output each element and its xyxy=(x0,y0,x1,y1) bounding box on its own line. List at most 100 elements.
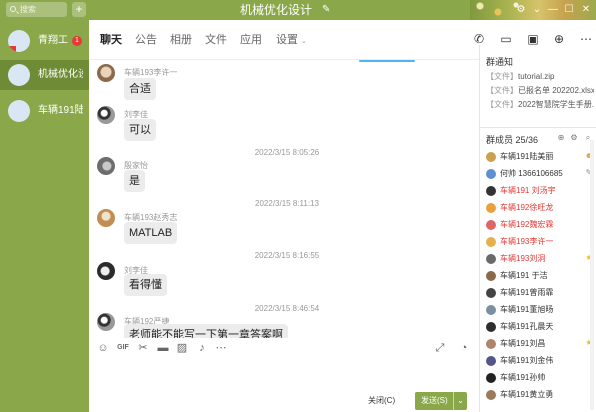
avatar[interactable] xyxy=(97,64,115,82)
avatar[interactable] xyxy=(97,262,115,280)
avatar xyxy=(486,305,496,315)
avatar xyxy=(486,390,496,400)
title-bar: 搜索 + 机械优化设计 ✎ ⚙ ⌄ — ☐ ✕ xyxy=(0,0,596,20)
scrollbar[interactable] xyxy=(590,140,594,410)
tab-chat[interactable]: 聊天 xyxy=(100,20,122,60)
member-item[interactable]: 车辆193李许一 xyxy=(486,234,594,250)
close-button[interactable]: ✕ xyxy=(579,0,593,20)
send-options-chevron-icon[interactable]: ⌄ xyxy=(453,392,467,410)
search-placeholder: 搜索 xyxy=(20,5,36,14)
expand-icon[interactable]: ⤢ xyxy=(433,341,447,355)
member-item[interactable]: 车辆192魏宏霖 xyxy=(486,217,594,233)
member-name: 车辆191 于洁 xyxy=(500,271,548,280)
file-prefix: 【文件】 xyxy=(486,100,518,109)
add-member-icon[interactable]: ⊕ xyxy=(556,133,566,143)
window-title: 机械优化设计 xyxy=(240,3,313,17)
member-item[interactable]: 车辆192徐旺龙 xyxy=(486,200,594,216)
member-name: 车辆191孙帅 xyxy=(500,373,546,382)
member-item[interactable]: 车辆191孔晨天 xyxy=(486,319,594,335)
message-bubble-edge xyxy=(359,60,415,62)
message-bubble[interactable]: 合适 xyxy=(124,78,156,100)
minimize-button[interactable]: — xyxy=(546,0,560,20)
phone-icon[interactable]: ✆ xyxy=(472,32,486,46)
more-dots-icon[interactable]: ⋯ xyxy=(214,341,228,355)
timestamp: 2022/3/15 8:16:55 xyxy=(254,251,320,260)
avatar xyxy=(486,271,496,281)
member-item[interactable]: 车辆191刘金伟 xyxy=(486,353,594,369)
member-name: 车辆193李许一 xyxy=(500,237,554,246)
member-item[interactable]: 车辆191黄立勇 xyxy=(486,387,594,403)
tab-files[interactable]: 文件 xyxy=(205,20,227,60)
member-item[interactable]: 车辆191董旭旸 xyxy=(486,302,594,318)
pencil-icon[interactable]: ✎ xyxy=(322,4,334,16)
emoji-icon[interactable]: ☺ xyxy=(96,341,110,355)
member-item[interactable]: 车辆191刘昌 ★ xyxy=(486,336,594,352)
maximize-button[interactable]: ☐ xyxy=(562,0,576,20)
member-name: 车辆191刘昌 xyxy=(500,339,546,348)
member-item[interactable]: 车辆193刘洞 ★ xyxy=(486,251,594,267)
message-bubble[interactable]: 是 xyxy=(124,170,145,192)
tab-album[interactable]: 相册 xyxy=(170,20,192,60)
message-bubble[interactable]: 看得懂 xyxy=(124,274,167,296)
message-bubble[interactable]: MATLAB xyxy=(124,222,178,244)
avatar[interactable] xyxy=(97,157,115,175)
chat-messages: 车辆193李许一 合适 刘李佳 可以 2022/3/15 8:05:26 殷家怡… xyxy=(89,60,479,340)
settings-gear-icon[interactable]: ⚙ xyxy=(514,0,528,20)
add-icon[interactable]: ⊕ xyxy=(552,32,566,46)
notice-file-link[interactable]: 【文件】2022智慧院学生手册.p... xyxy=(486,99,594,110)
avatar xyxy=(8,100,30,122)
file-name: 2022智慧院学生手册.p... xyxy=(518,100,594,109)
timestamp: 2022/3/15 8:11:13 xyxy=(255,199,319,208)
avatar xyxy=(486,186,496,196)
member-item[interactable]: 车辆191曾雨霏 xyxy=(486,285,594,301)
search-input[interactable]: 搜索 xyxy=(6,2,67,17)
chevron-down-icon[interactable]: ⌄ xyxy=(530,0,544,20)
screen-share-icon[interactable]: ▣ xyxy=(526,32,540,46)
member-name: 车辆193刘洞 xyxy=(500,254,546,263)
tab-announcement[interactable]: 公告 xyxy=(135,20,157,60)
send-label: 发送(S) xyxy=(421,396,448,405)
avatar xyxy=(486,237,496,247)
add-contact-button[interactable]: + xyxy=(72,2,86,17)
member-name: 车辆191黄立勇 xyxy=(500,390,554,399)
notice-file-link[interactable]: 【文件】tutorial.zip xyxy=(486,71,594,82)
member-name: 车辆192徐旺龙 xyxy=(500,203,554,212)
status-tag xyxy=(8,46,16,52)
member-item[interactable]: 何帅 1366106685 ✎ xyxy=(486,166,594,182)
avatar xyxy=(486,254,496,264)
conversation-item[interactable]: 青翔工 1 xyxy=(0,26,89,56)
avatar[interactable] xyxy=(97,106,115,124)
gif-icon[interactable]: GIF xyxy=(116,341,130,355)
member-settings-icon[interactable]: ⚙ xyxy=(569,133,579,143)
scissors-icon[interactable]: ✂ xyxy=(136,341,150,355)
notice-file-link[interactable]: 【文件】已报名单 202202.xlsx xyxy=(486,85,594,96)
video-icon[interactable]: ▭ xyxy=(499,32,513,46)
conversation-item-active[interactable]: 机械优化设计 xyxy=(0,60,89,90)
member-name: 车辆192魏宏霖 xyxy=(500,220,554,229)
image-icon[interactable]: ▨ xyxy=(175,341,189,355)
member-item[interactable]: 车辆191 于洁 xyxy=(486,268,594,284)
conversation-list: 青翔工 1 机械优化设计 车辆191陆 xyxy=(0,20,89,412)
member-name: 车辆191孔晨天 xyxy=(500,322,554,331)
close-chat-button[interactable]: 关闭(C) xyxy=(364,392,399,410)
tab-apps[interactable]: 应用 xyxy=(240,20,262,60)
file-prefix: 【文件】 xyxy=(486,86,518,95)
tab-settings[interactable]: 设置 ⌄ xyxy=(276,20,307,62)
avatar xyxy=(486,169,496,179)
history-icon[interactable]: ◔ xyxy=(457,341,471,355)
input-footer: 关闭(C) 发送(S) ⌄ xyxy=(89,388,479,412)
message-bubble[interactable]: 可以 xyxy=(124,119,156,141)
more-icon[interactable]: ⋯ xyxy=(579,32,593,46)
avatar[interactable] xyxy=(97,209,115,227)
avatar[interactable] xyxy=(97,313,115,331)
tab-settings-label: 设置 xyxy=(276,34,298,46)
notice-title: 群通知 xyxy=(486,57,514,67)
member-item[interactable]: 车辆191陆美丽 ☻ xyxy=(486,149,594,165)
member-item[interactable]: 车辆191孙帅 xyxy=(486,370,594,386)
folder-icon[interactable]: ▬ xyxy=(156,341,170,355)
member-item[interactable]: 车辆191 刘汤宇 xyxy=(486,183,594,199)
conversation-item[interactable]: 车辆191陆 xyxy=(0,96,89,126)
conversation-name: 车辆191陆 xyxy=(38,105,83,116)
bell-icon[interactable]: ♪ xyxy=(195,341,209,355)
send-button[interactable]: 发送(S) ⌄ xyxy=(415,392,467,410)
